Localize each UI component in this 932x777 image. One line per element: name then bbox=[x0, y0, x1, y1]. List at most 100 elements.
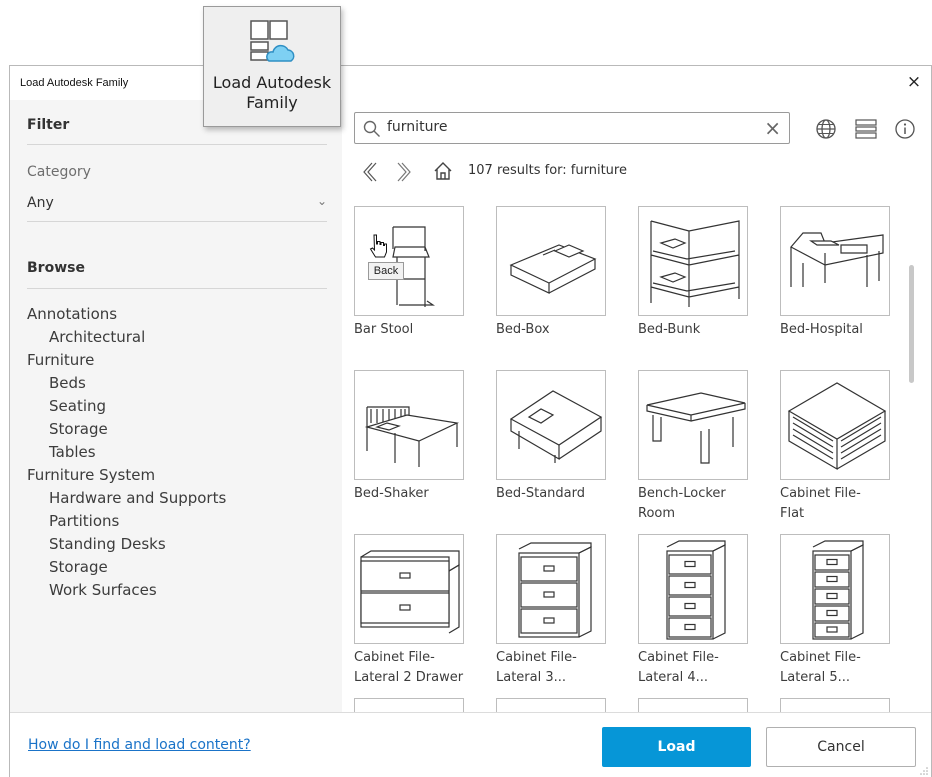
chevron-down-icon: ⌄ bbox=[316, 194, 327, 208]
tree-node-seating[interactable]: Seating bbox=[27, 395, 226, 418]
results-count: 107 results for: furniture bbox=[468, 163, 627, 178]
results-grid: Bar Stool Bed-Box Bed-Bunk Bed-Hospital Bed-… bbox=[354, 206, 914, 712]
partial-icon bbox=[639, 699, 749, 712]
shaker-icon bbox=[364, 406, 460, 467]
lateral3-icon bbox=[518, 542, 592, 638]
back-tooltip: Back bbox=[368, 262, 404, 280]
tree-node-hardware-and-supports[interactable]: Hardware and Supports bbox=[27, 487, 226, 510]
result-card-bed-standard[interactable]: Bed-Standard bbox=[496, 370, 626, 504]
result-card-bench-locker-room[interactable]: Bench-Locker Room bbox=[638, 370, 768, 524]
load-autodesk-family-icon bbox=[250, 20, 295, 62]
tree-node-partitions[interactable]: Partitions bbox=[27, 510, 226, 533]
result-label: Bed-Box bbox=[496, 322, 550, 337]
help-link[interactable]: How do I find and load content? bbox=[28, 737, 251, 753]
result-card-partial-13[interactable] bbox=[496, 698, 626, 712]
browse-tree: Annotations Architectural Furniture Beds Sea… bbox=[27, 303, 226, 602]
result-card-cabinet-file-lateral-2-drawer[interactable]: Cabinet File- Lateral 2 Drawer bbox=[354, 534, 484, 688]
thumbnail-image[interactable] bbox=[780, 534, 890, 644]
filter-heading: Filter bbox=[27, 117, 70, 133]
ribbon-tooltip-line1: Load Autodesk bbox=[212, 73, 332, 92]
hospital-icon bbox=[790, 232, 884, 287]
tree-node-standing-desks[interactable]: Standing Desks bbox=[27, 533, 226, 556]
result-label: Bench-Locker Room bbox=[638, 486, 726, 521]
category-dropdown[interactable]: Any ⌄ bbox=[27, 188, 327, 222]
result-label: Cabinet File- Lateral 4... bbox=[638, 650, 719, 685]
tree-node-storage[interactable]: Storage bbox=[27, 418, 226, 441]
tree-node-beds[interactable]: Beds bbox=[27, 372, 226, 395]
lateral4-icon bbox=[666, 540, 726, 640]
thumbnail-image[interactable] bbox=[780, 370, 890, 480]
result-card-cabinet-file-lateral-5[interactable]: Cabinet File- Lateral 5... bbox=[780, 534, 910, 688]
thumbnail-image[interactable] bbox=[496, 534, 606, 644]
search-box[interactable]: × bbox=[354, 112, 790, 144]
thumbnail-image[interactable] bbox=[354, 534, 464, 644]
bed-box-icon bbox=[509, 244, 597, 294]
result-card-partial-15[interactable] bbox=[780, 698, 910, 712]
back-arrow-icon[interactable] bbox=[358, 160, 380, 184]
tree-node-tables[interactable]: Tables bbox=[27, 441, 226, 464]
scrollbar[interactable] bbox=[909, 265, 914, 383]
navigation-row: 107 results for: furniture bbox=[354, 160, 754, 184]
result-card-bed-hospital[interactable]: Bed-Hospital bbox=[780, 206, 910, 340]
result-label: Cabinet File- Lateral 2 Drawer bbox=[354, 650, 464, 685]
cancel-button[interactable]: Cancel bbox=[766, 727, 916, 767]
result-card-bed-bunk[interactable]: Bed-Bunk bbox=[638, 206, 768, 340]
dialog-footer: How do I find and load content? Load Can… bbox=[10, 712, 931, 777]
tree-node-storage[interactable]: Storage bbox=[27, 556, 226, 579]
thumbnail-image[interactable] bbox=[638, 370, 748, 480]
ribbon-tooltip: Load Autodesk Family bbox=[203, 6, 341, 127]
filter-sidebar: Filter Category Any ⌄ Browse Annotations… bbox=[10, 100, 342, 712]
tree-node-furniture-system[interactable]: Furniture System bbox=[27, 464, 226, 487]
result-card-bed-box[interactable]: Bed-Box bbox=[496, 206, 626, 340]
list-view-icon[interactable] bbox=[854, 118, 878, 140]
tree-node-work-surfaces[interactable]: Work Surfaces bbox=[27, 579, 226, 602]
result-card-cabinet-file-lateral-3[interactable]: Cabinet File- Lateral 3... bbox=[496, 534, 626, 688]
thumbnail-image[interactable] bbox=[780, 698, 890, 712]
thumbnail-image[interactable] bbox=[496, 698, 606, 712]
dialog-title: Load Autodesk Family bbox=[20, 77, 129, 89]
ribbon-tooltip-label: Load Autodesk Family bbox=[204, 73, 340, 113]
category-label: Category bbox=[27, 164, 91, 180]
resize-grip-icon[interactable] bbox=[919, 766, 929, 776]
thumbnail-image[interactable] bbox=[780, 206, 890, 316]
result-label: Bar Stool bbox=[354, 322, 414, 337]
tree-node-architectural[interactable]: Architectural bbox=[27, 326, 226, 349]
thumbnail-image[interactable] bbox=[638, 206, 748, 316]
results-pane: × 107 bbox=[342, 100, 931, 712]
bed-standard-icon bbox=[509, 390, 603, 463]
thumbnail-image[interactable] bbox=[638, 698, 748, 712]
result-card-bed-shaker[interactable]: Bed-Shaker bbox=[354, 370, 484, 504]
globe-icon[interactable] bbox=[815, 118, 837, 140]
result-card-cabinet-file-flat[interactable]: Cabinet File- Flat bbox=[780, 370, 910, 524]
flat-file-icon bbox=[787, 382, 887, 471]
thumbnail-image[interactable] bbox=[638, 534, 748, 644]
thumbnail-image[interactable] bbox=[354, 206, 464, 316]
thumbnail-image[interactable] bbox=[354, 698, 464, 712]
lateral5-icon bbox=[812, 540, 864, 640]
result-card-cabinet-file-lateral-4[interactable]: Cabinet File- Lateral 4... bbox=[638, 534, 768, 688]
title-bar: Load Autodesk Family × bbox=[10, 66, 931, 100]
result-label: Bed-Standard bbox=[496, 486, 586, 501]
thumbnail-image[interactable] bbox=[354, 370, 464, 480]
lateral2-icon bbox=[360, 550, 460, 634]
partial-icon bbox=[355, 699, 465, 712]
info-icon[interactable] bbox=[894, 118, 916, 140]
search-input[interactable] bbox=[387, 119, 747, 135]
tree-node-furniture[interactable]: Furniture bbox=[27, 349, 226, 372]
forward-arrow-icon[interactable] bbox=[394, 160, 416, 184]
tree-node-annotations[interactable]: Annotations bbox=[27, 303, 226, 326]
filter-divider bbox=[27, 144, 327, 145]
browse-divider bbox=[27, 288, 327, 289]
ribbon-tooltip-line2: Family bbox=[246, 93, 298, 112]
home-icon[interactable] bbox=[432, 160, 454, 182]
result-label: Cabinet File- Flat bbox=[780, 486, 861, 521]
result-card-partial-14[interactable] bbox=[638, 698, 768, 712]
clear-search-icon[interactable]: × bbox=[764, 116, 781, 140]
thumbnail-image[interactable] bbox=[496, 206, 606, 316]
load-button[interactable]: Load bbox=[602, 727, 751, 767]
thumbnail-image[interactable] bbox=[496, 370, 606, 480]
result-card-partial-12[interactable] bbox=[354, 698, 484, 712]
result-label: Bed-Hospital bbox=[780, 322, 863, 337]
close-icon[interactable]: × bbox=[905, 73, 923, 91]
bunk-icon bbox=[650, 220, 740, 307]
